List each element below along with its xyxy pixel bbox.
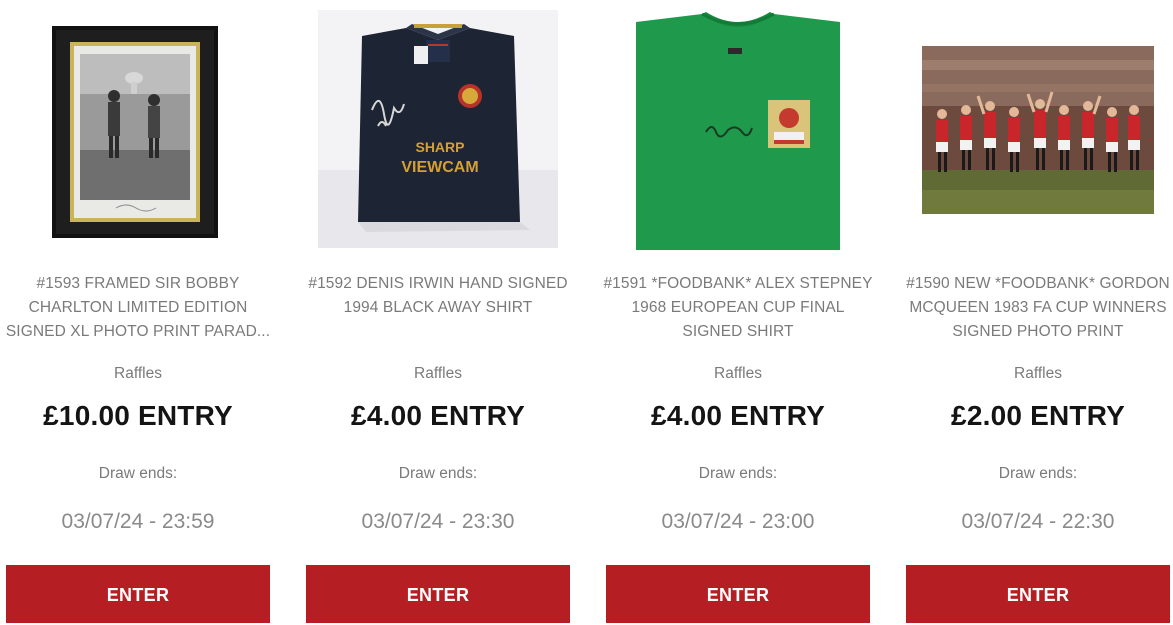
product-category: Raffles <box>114 365 162 382</box>
product-card: #1591 *FOODBANK* ALEX STEPNEY 1968 EUROP… <box>603 0 872 625</box>
draw-ends-label: Draw ends: <box>998 465 1078 482</box>
product-category: Raffles <box>414 365 462 382</box>
product-title[interactable]: #1590 NEW *FOODBANK* GORDON MCQUEEN 1983… <box>900 272 1173 344</box>
product-image-green-signed-shirt[interactable] <box>606 0 870 258</box>
draw-ends-label: Draw ends: <box>698 465 778 482</box>
product-title[interactable]: #1593 FRAMED SIR BOBBY CHARLTON LIMITED … <box>0 272 276 344</box>
draw-ends-label: Draw ends: <box>98 465 178 482</box>
draw-end-date: 03/07/24 - 23:59 <box>61 510 215 533</box>
draw-end-date: 03/07/24 - 23:00 <box>661 510 815 533</box>
product-card: SHARP VIEWCAM #1592 DENIS IRWIN HAND SIG… <box>306 0 570 625</box>
entry-price: £2.00 ENTRY <box>951 400 1125 431</box>
enter-button[interactable]: ENTER <box>606 565 870 623</box>
product-image-black-signed-shirt[interactable]: SHARP VIEWCAM <box>306 0 570 258</box>
entry-price: £4.00 ENTRY <box>651 400 825 431</box>
product-title[interactable]: #1592 DENIS IRWIN HAND SIGNED 1994 BLACK… <box>300 272 576 320</box>
product-image-framed-photo-print[interactable] <box>6 0 270 258</box>
product-image-team-celebration-photo[interactable] <box>906 0 1170 258</box>
raffle-product-grid: #1593 FRAMED SIR BOBBY CHARLTON LIMITED … <box>0 0 1173 625</box>
enter-button[interactable]: ENTER <box>6 565 270 623</box>
enter-button[interactable]: ENTER <box>306 565 570 623</box>
product-card: #1593 FRAMED SIR BOBBY CHARLTON LIMITED … <box>6 0 270 625</box>
entry-price: £4.00 ENTRY <box>351 400 525 431</box>
draw-ends-label: Draw ends: <box>398 465 478 482</box>
enter-button[interactable]: ENTER <box>906 565 1170 623</box>
product-title[interactable]: #1591 *FOODBANK* ALEX STEPNEY 1968 EUROP… <box>600 272 876 344</box>
shirt-sponsor-text-1: SHARP <box>415 139 464 155</box>
entry-price: £10.00 ENTRY <box>43 400 233 431</box>
draw-end-date: 03/07/24 - 22:30 <box>961 510 1115 533</box>
product-category: Raffles <box>1014 365 1062 382</box>
product-category: Raffles <box>714 365 762 382</box>
shirt-sponsor-text-2: VIEWCAM <box>401 159 478 176</box>
draw-end-date: 03/07/24 - 23:30 <box>361 510 515 533</box>
product-card: #1590 NEW *FOODBANK* GORDON MCQUEEN 1983… <box>906 0 1170 625</box>
